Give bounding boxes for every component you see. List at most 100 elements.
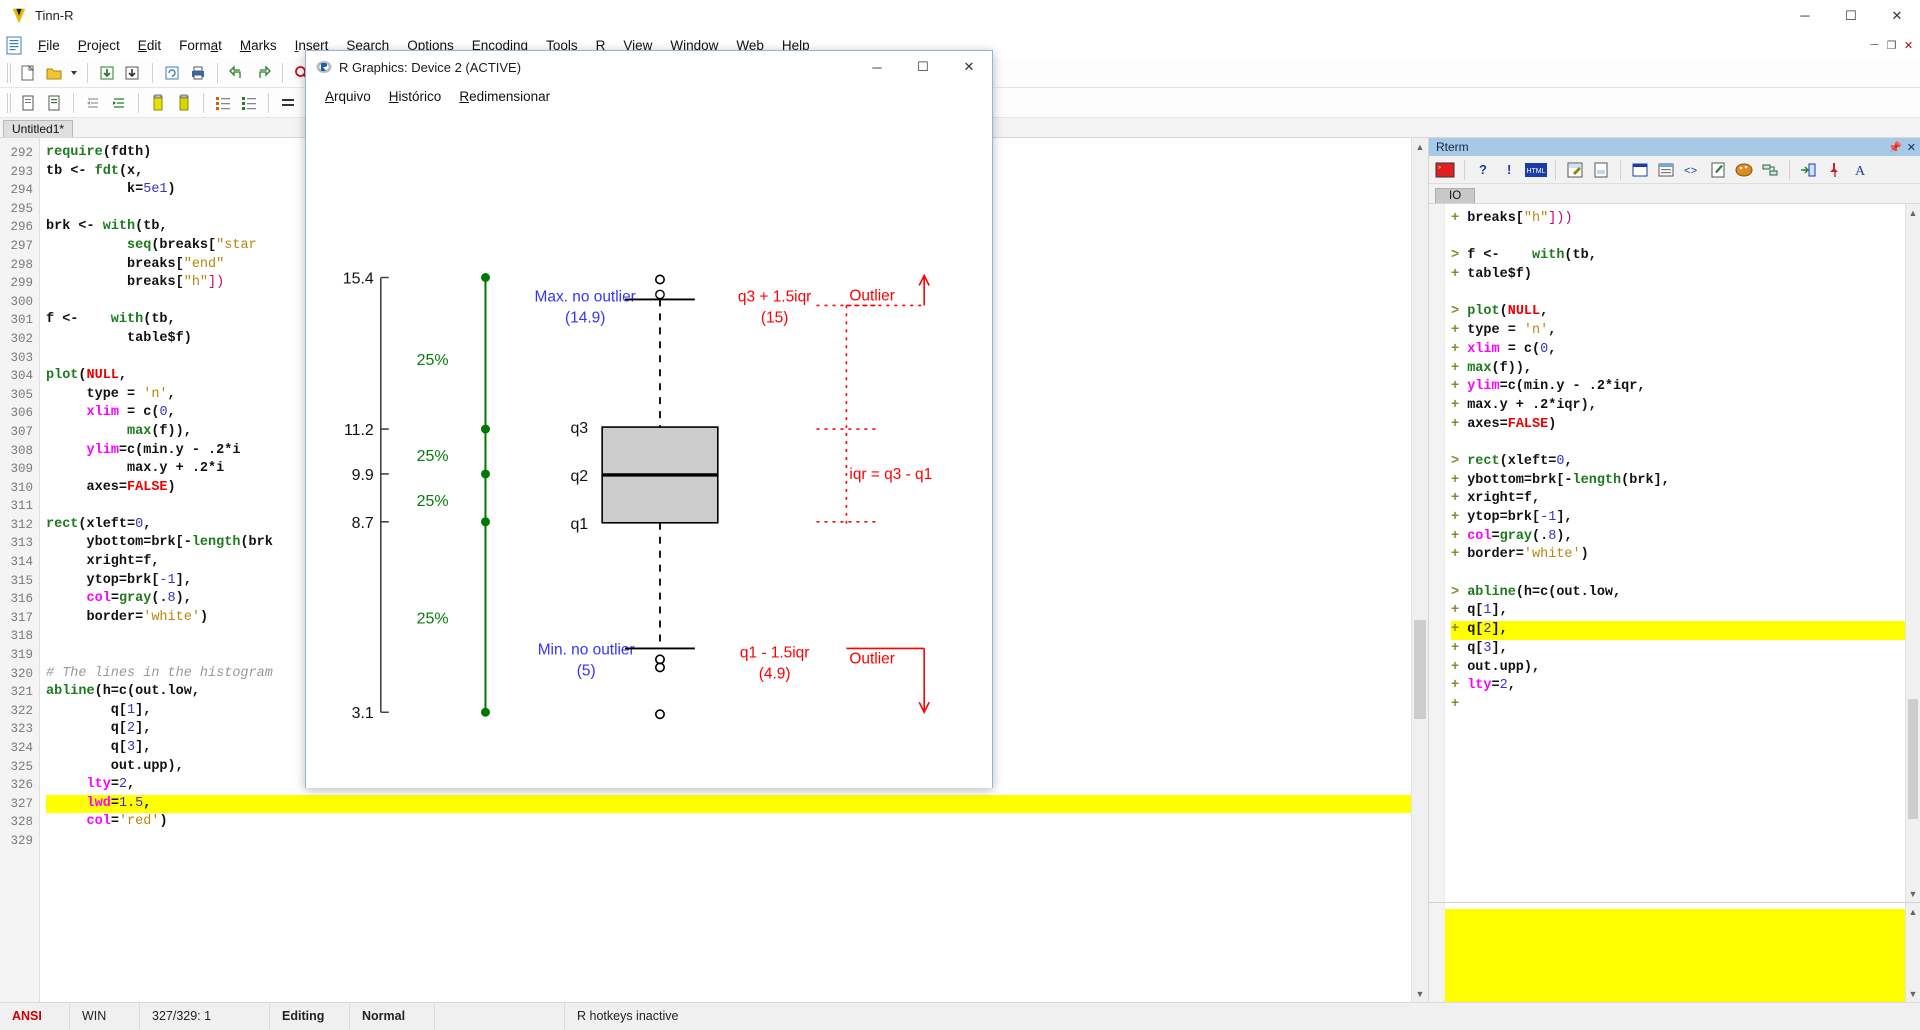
panel-restore-icon[interactable]: ❐ bbox=[1884, 38, 1899, 53]
palette-icon[interactable] bbox=[1732, 158, 1756, 182]
r-graphics-title-bar: R Graphics: Device 2 (ACTIVE) ─ ☐ ✕ bbox=[306, 51, 992, 83]
pct-label-2: 25% bbox=[417, 493, 449, 510]
editor-vertical-scrollbar[interactable]: ▲ ▼ bbox=[1411, 138, 1428, 1002]
align-lines-dark-icon[interactable] bbox=[276, 91, 300, 115]
console-token: = bbox=[1491, 678, 1500, 694]
console-icon[interactable]: > bbox=[1433, 158, 1457, 182]
menu-format[interactable]: Format bbox=[170, 35, 231, 56]
page-white-icon[interactable] bbox=[16, 91, 40, 115]
console-scroll-down-arrow[interactable]: ▼ bbox=[1906, 885, 1920, 902]
console-scroll-up-arrow[interactable]: ▲ bbox=[1906, 204, 1920, 221]
rterm-console[interactable]: + breaks["h"])) > f <- with(tb, + table$f… bbox=[1429, 204, 1920, 902]
tab-io[interactable]: IO bbox=[1435, 188, 1476, 203]
console-line: > rect(xleft=0, bbox=[1451, 453, 1905, 472]
list-bulleted-icon[interactable] bbox=[237, 91, 261, 115]
font-icon[interactable]: A bbox=[1849, 158, 1873, 182]
scroll-up-arrow[interactable]: ▲ bbox=[1412, 138, 1428, 155]
code-line[interactable]: lwd=1.5, bbox=[46, 794, 1411, 814]
toolbar-separator bbox=[203, 92, 204, 113]
indent-increase-icon[interactable] bbox=[107, 91, 131, 115]
code-token: length bbox=[191, 535, 241, 551]
gfx-close-button[interactable]: ✕ bbox=[946, 51, 992, 83]
console-vertical-scrollbar[interactable]: ▲ ▼ bbox=[1905, 204, 1920, 902]
console-token: out.upp), bbox=[1467, 659, 1541, 675]
warnings-icon[interactable]: ! bbox=[1498, 158, 1522, 182]
gfx-maximize-button[interactable]: ☐ bbox=[900, 51, 946, 83]
r-graphics-window[interactable]: R Graphics: Device 2 (ACTIVE) ─ ☐ ✕ Arqu… bbox=[305, 50, 993, 789]
code-brackets-icon[interactable]: <> bbox=[1680, 158, 1704, 182]
code-token: 5e1 bbox=[143, 182, 168, 198]
redo-icon[interactable] bbox=[251, 61, 275, 85]
gfx-menu-redimensionar[interactable]: Redimensionar bbox=[450, 87, 559, 106]
pin-panel-icon[interactable] bbox=[1823, 158, 1847, 182]
uncomment-icon[interactable] bbox=[172, 91, 196, 115]
input-scroll-up-arrow[interactable]: ▲ bbox=[1906, 903, 1920, 920]
undo-icon[interactable] bbox=[225, 61, 249, 85]
open-file-icon[interactable] bbox=[42, 61, 66, 85]
view-object-icon[interactable] bbox=[1589, 158, 1613, 182]
plot-canvas[interactable]: 15.4 11.2 9.9 8.7 3.1 25% 25% 25% 25% Ma… bbox=[306, 109, 992, 789]
console-token: ], bbox=[1491, 640, 1508, 656]
code-token: border= bbox=[46, 609, 144, 625]
r-graphics-window-controls: ─ ☐ ✕ bbox=[854, 51, 992, 83]
close-icon[interactable]: ✕ bbox=[1907, 141, 1916, 154]
console-token: (brk bbox=[1621, 472, 1654, 488]
console-scroll-track[interactable] bbox=[1906, 221, 1920, 885]
scroll-down-arrow[interactable]: ▼ bbox=[1412, 985, 1428, 1002]
scroll-track[interactable] bbox=[1412, 155, 1428, 985]
line-number: 325 bbox=[10, 759, 33, 774]
gfx-menu-arquivo[interactable]: Arquivo bbox=[316, 87, 380, 106]
menu-edit[interactable]: Edit bbox=[129, 35, 170, 56]
diagram-icon[interactable] bbox=[1758, 158, 1782, 182]
minimize-button[interactable]: ─ bbox=[1782, 0, 1828, 32]
menu-project[interactable]: Project bbox=[69, 35, 129, 56]
console-token: , bbox=[1548, 341, 1557, 357]
input-scroll-down-arrow[interactable]: ▼ bbox=[1906, 985, 1920, 1002]
save-all-icon[interactable] bbox=[121, 61, 145, 85]
print-icon[interactable] bbox=[186, 61, 210, 85]
line-number: 312 bbox=[10, 517, 33, 532]
pin-icon[interactable]: 📌 bbox=[1888, 141, 1902, 154]
send-to-r-icon[interactable] bbox=[1797, 158, 1821, 182]
menu-marks[interactable]: Marks bbox=[231, 35, 286, 56]
open-dropdown-icon[interactable] bbox=[68, 61, 80, 85]
comment-icon[interactable] bbox=[146, 91, 170, 115]
page-green-icon[interactable] bbox=[42, 91, 66, 115]
panel-minimize-icon[interactable]: ─ bbox=[1867, 38, 1882, 53]
html-help-icon[interactable]: HTML bbox=[1524, 158, 1548, 182]
toolbar-grip[interactable] bbox=[7, 62, 11, 83]
refresh-icon[interactable] bbox=[160, 61, 184, 85]
console-token: length bbox=[1572, 472, 1622, 488]
code-line[interactable]: col='red') bbox=[46, 813, 1411, 832]
status-hotkeys: R hotkeys inactive bbox=[577, 1009, 679, 1023]
rterm-input-area[interactable]: ▲ ▼ bbox=[1429, 902, 1920, 1002]
code-token: 2 bbox=[127, 721, 136, 737]
toolbar-grip[interactable] bbox=[7, 92, 11, 113]
menu-file[interactable]: File bbox=[29, 35, 69, 56]
console-text[interactable]: + breaks["h"])) > f <- with(tb, + table$f… bbox=[1445, 204, 1905, 902]
input-vertical-scrollbar[interactable]: ▲ ▼ bbox=[1905, 903, 1920, 1002]
code-token: with bbox=[102, 219, 136, 235]
window-plain-icon[interactable] bbox=[1628, 158, 1652, 182]
edit-object-icon[interactable] bbox=[1563, 158, 1587, 182]
window-list-icon[interactable] bbox=[1654, 158, 1678, 182]
indent-decrease-icon[interactable] bbox=[81, 91, 105, 115]
console-line: + ybottom=brk[-length(brk], bbox=[1451, 472, 1905, 491]
tab-untitled1[interactable]: Untitled1* bbox=[3, 120, 74, 137]
list-numbered-icon[interactable] bbox=[211, 91, 235, 115]
maximize-button[interactable]: ☐ bbox=[1828, 0, 1874, 32]
input-scroll-track[interactable] bbox=[1906, 920, 1920, 985]
help-icon[interactable]: ? bbox=[1472, 158, 1496, 182]
code-line[interactable] bbox=[46, 832, 1411, 851]
scroll-thumb[interactable] bbox=[1414, 619, 1426, 720]
panel-close-icon[interactable]: ✕ bbox=[1901, 38, 1916, 53]
new-file-icon[interactable] bbox=[16, 61, 40, 85]
gfx-menu-histórico[interactable]: Histórico bbox=[380, 87, 451, 106]
code-token: <- bbox=[78, 219, 103, 235]
gfx-minimize-button[interactable]: ─ bbox=[854, 51, 900, 83]
close-button[interactable]: ✕ bbox=[1874, 0, 1920, 32]
quartile-point-q3 bbox=[480, 424, 490, 434]
script-run-icon[interactable] bbox=[1706, 158, 1730, 182]
console-scroll-thumb[interactable] bbox=[1908, 699, 1918, 819]
save-icon[interactable] bbox=[95, 61, 119, 85]
